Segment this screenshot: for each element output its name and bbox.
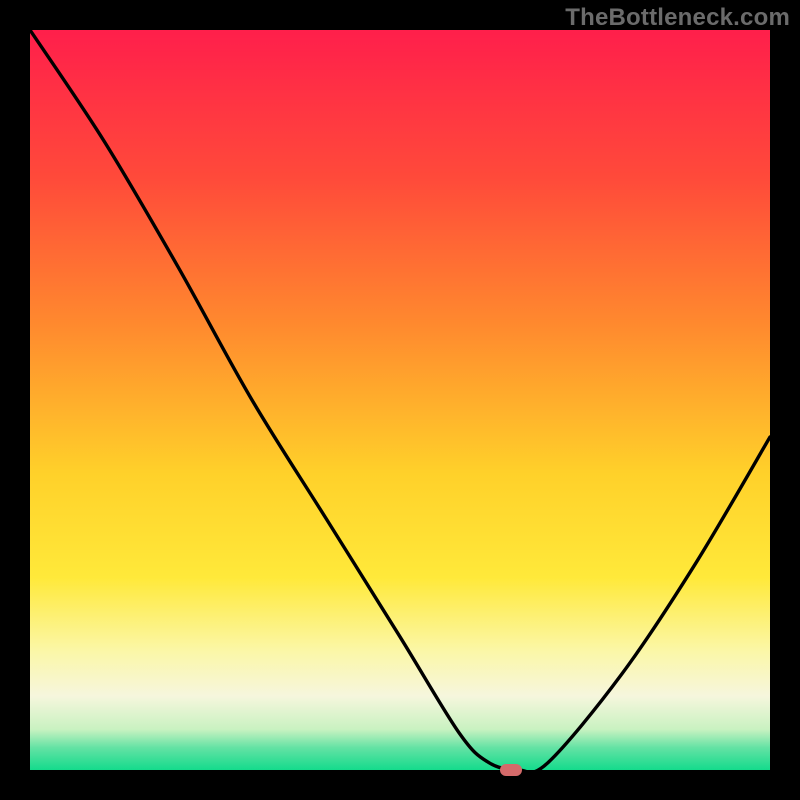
optimal-point-marker (500, 764, 522, 776)
plot-svg (30, 30, 770, 770)
chart-frame: TheBottleneck.com (0, 0, 800, 800)
gradient-background (30, 30, 770, 770)
plot-area (30, 30, 770, 770)
watermark-text: TheBottleneck.com (565, 4, 790, 32)
